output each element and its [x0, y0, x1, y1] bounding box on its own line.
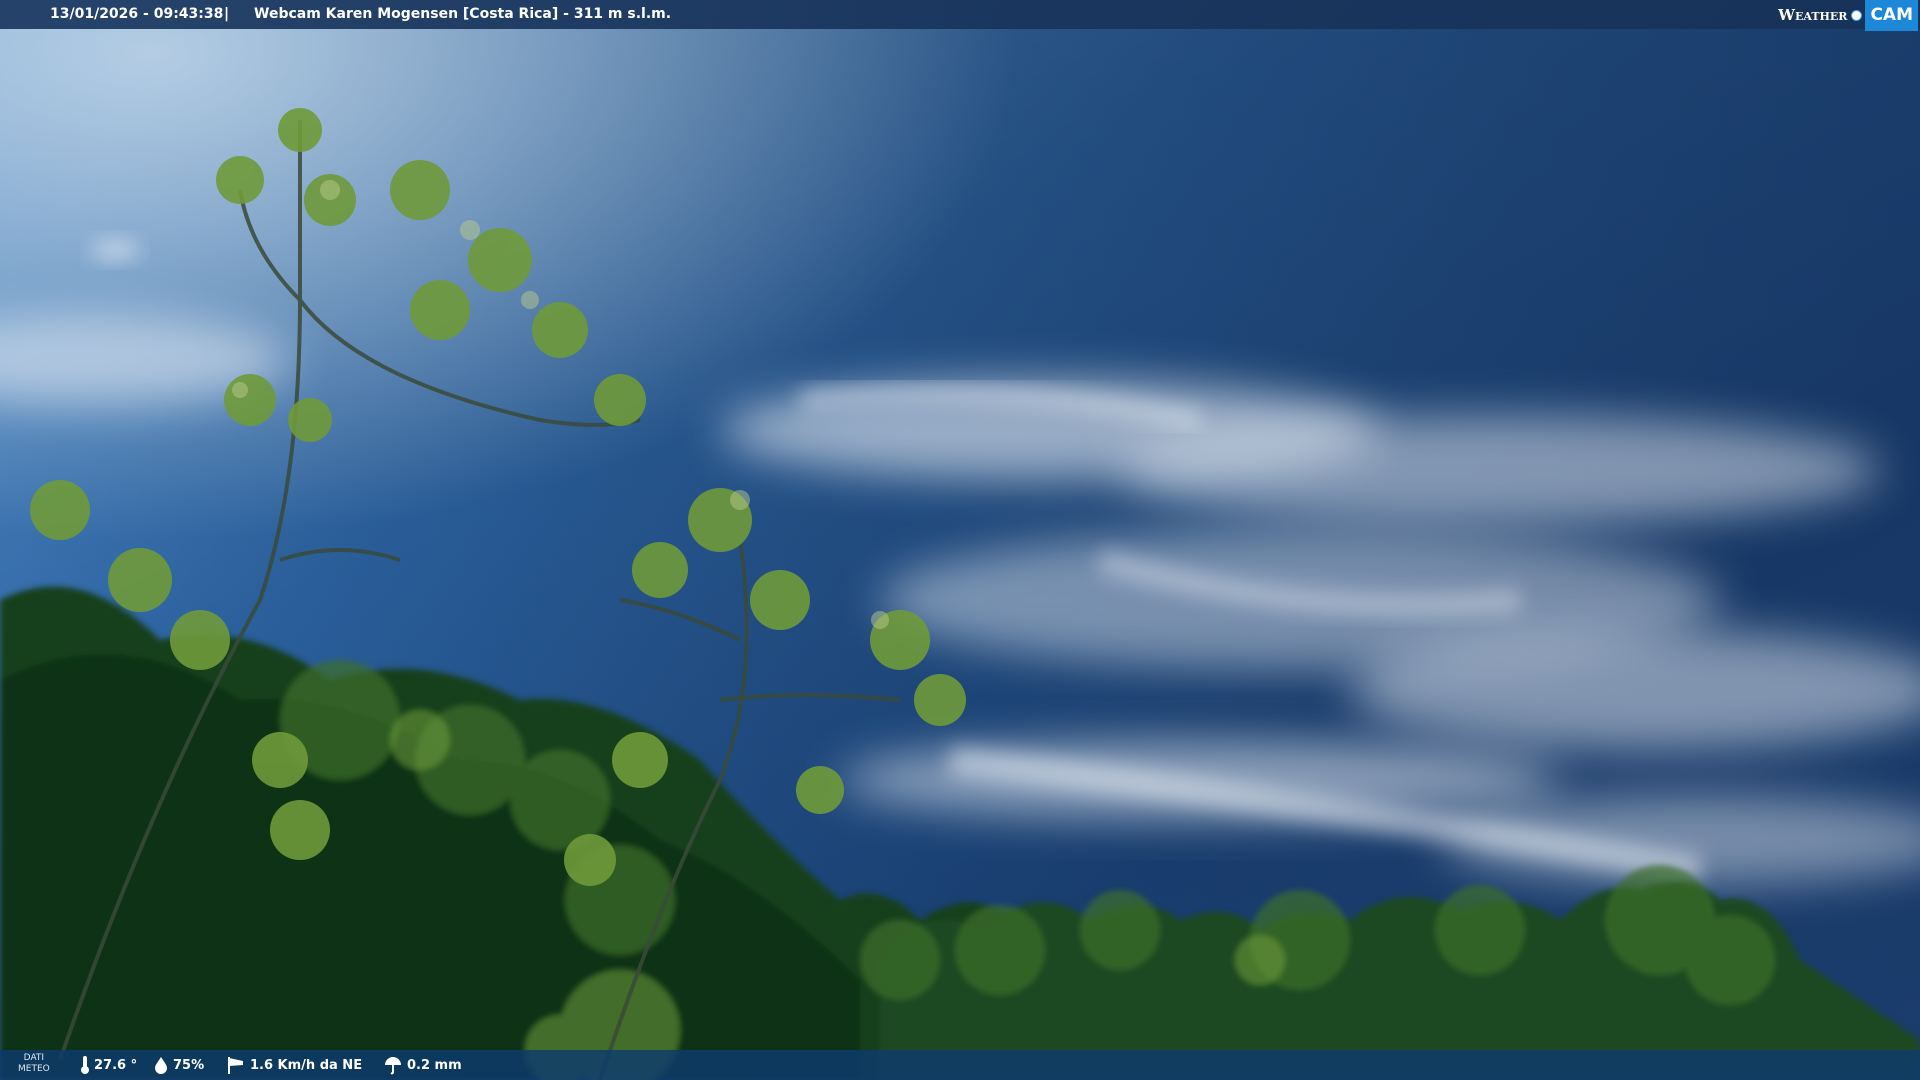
webcam-title: Webcam Karen Mogensen [Costa Rica] - 311…	[254, 6, 672, 22]
logo-weather-text: Weather	[1778, 5, 1848, 24]
dati-label-line1: DATI	[23, 1053, 45, 1063]
wind-value: 1.6 Km/h da NE	[250, 1057, 363, 1073]
logo-cam-text: CAM	[1865, 0, 1918, 31]
water-drop-icon	[155, 1057, 167, 1074]
humidity-reading: 75%	[153, 1050, 204, 1080]
webcam-image	[0, 0, 1920, 1080]
top-info-bar: 13/01/2026 - 09:43:38 | Webcam Karen Mog…	[0, 0, 1920, 31]
temperature-reading: 27.6 °	[80, 1050, 137, 1080]
temperature-value: 27.6 °	[94, 1057, 138, 1073]
rain-value: 0.2 mm	[407, 1057, 462, 1073]
rain-reading: 0.2 mm	[383, 1050, 462, 1080]
dati-label-line2: METEO	[18, 1064, 50, 1074]
dati-meteo-label: DATI METEO	[18, 1053, 50, 1075]
weather-data-bar: DATI METEO 27.6 ° 75% 1.6 Km/h da NE 0.2…	[0, 1050, 1920, 1080]
thermometer-icon	[81, 1056, 89, 1074]
timestamp: 13/01/2026 - 09:43:38	[50, 6, 224, 22]
wind-reading: 1.6 Km/h da NE	[226, 1050, 362, 1080]
weathercam-logo: Weather CAM	[1772, 0, 1918, 31]
wind-sock-icon	[228, 1057, 243, 1074]
humidity-value: 75%	[173, 1057, 205, 1073]
logo-dot-icon	[1851, 9, 1863, 21]
umbrella-icon	[385, 1057, 401, 1075]
separator: |	[224, 6, 230, 22]
